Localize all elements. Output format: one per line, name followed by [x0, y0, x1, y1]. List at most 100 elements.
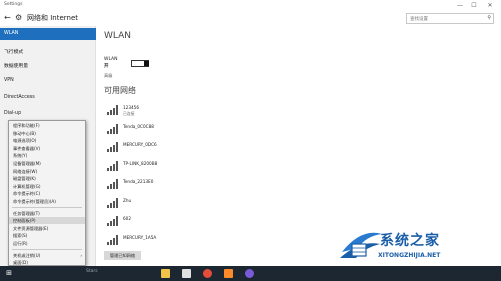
context-menu-item[interactable]: 电源选项(O): [9, 137, 85, 144]
context-menu-item-label: 关机或注销(U): [13, 252, 41, 258]
sidebar-item-label: Dial-up: [4, 111, 22, 116]
site-watermark: 系统之家 XITONGZHIJIA.NET: [336, 222, 498, 266]
taskbar-media-icon[interactable]: [224, 269, 233, 278]
taskbar-chrome-icon[interactable]: [203, 269, 212, 278]
back-arrow-icon[interactable]: ←: [4, 13, 14, 23]
manage-known-networks-button[interactable]: 管理已知网络: [104, 251, 141, 260]
wlan-toggle-switch[interactable]: [131, 60, 149, 67]
gear-icon: ⚙: [15, 13, 23, 22]
context-menu-item[interactable]: 控制面板(P): [9, 217, 85, 225]
toggle-thumb: [144, 61, 149, 66]
taskbar-explorer-icon[interactable]: [161, 269, 170, 278]
sidebar-item-label: WLAN: [4, 31, 19, 36]
page-header: ← ⚙ 网络和 Internet 查找设置 ⚲: [0, 11, 501, 26]
wifi-signal-icon: [107, 160, 118, 171]
network-item[interactable]: Zhu: [107, 197, 307, 211]
minimize-button[interactable]: —: [454, 1, 466, 10]
advanced-options-link[interactable]: 高级: [104, 73, 112, 79]
watermark-text: 系统之家: [380, 233, 440, 249]
context-menu-item[interactable]: 事件查看器(V): [9, 145, 85, 152]
maximize-button[interactable]: ☐: [468, 1, 480, 10]
context-menu-item[interactable]: 计算机管理(G): [9, 183, 85, 190]
start-button[interactable]: ⊞: [3, 268, 15, 279]
network-name: Tenda_0C0C88: [123, 123, 154, 129]
context-menu-item-label: 桌面(D): [13, 260, 28, 266]
network-name: 123456: [123, 105, 139, 110]
network-item[interactable]: Tenda_2213E0: [107, 178, 307, 192]
start-context-menu: 程序和功能(F) 移动中心(B) 电源选项(O) 事件查看器(V) 系统(Y) 设备管理器…: [8, 120, 86, 266]
context-menu-item[interactable]: 运行(R): [9, 240, 85, 247]
context-menu-item-label: 控制面板(P): [13, 218, 36, 224]
context-menu-item[interactable]: 命令提示符(C): [9, 190, 85, 197]
wifi-signal-icon: [107, 142, 118, 152]
context-menu-item-label: 事件查看器(V): [13, 145, 41, 151]
search-icon: ⚲: [487, 15, 491, 21]
context-menu-item[interactable]: 命令提示符(管理员)(A): [9, 198, 85, 205]
context-menu-item[interactable]: 关机或注销(U) ›: [9, 252, 85, 259]
sidebar-item-label: VPN: [4, 78, 14, 83]
context-menu-item-label: 移动中心(B): [13, 130, 36, 136]
sidebar-item-label: 数据使用量: [4, 64, 28, 69]
search-placeholder: 查找设置: [410, 17, 428, 22]
context-menu-item[interactable]: 设备管理器(M): [9, 160, 85, 167]
sidebar-item-airplane-mode[interactable]: 飞行模式: [0, 45, 96, 57]
context-menu-item-label: 文件资源管理器(E): [13, 225, 49, 231]
wifi-signal-icon: [107, 197, 118, 208]
wlan-toggle-state: 开: [104, 64, 109, 69]
wifi-signal-icon: [107, 179, 118, 189]
context-menu-item-label: 搜索(S): [13, 233, 28, 239]
network-name: MERCURY_1A5A: [123, 234, 157, 240]
close-button[interactable]: ✕: [484, 1, 496, 10]
network-name: MERCURY_0DC6: [123, 142, 157, 147]
context-menu-item-label: 磁盘管理(K): [13, 176, 36, 182]
network-item[interactable]: 602: [107, 215, 307, 229]
context-menu-item[interactable]: 移动中心(B): [9, 130, 85, 137]
section-title: WLAN: [104, 31, 132, 41]
taskbar-search[interactable]: Stars: [86, 269, 98, 274]
menu-separator: [12, 206, 82, 208]
network-name: TP-LINK_8200B8: [123, 160, 158, 166]
network-name: Tenda_2213E0: [123, 179, 154, 184]
context-menu-item[interactable]: 磁盘管理(K): [9, 175, 85, 182]
context-menu-item-label: 命令提示符(C): [13, 191, 41, 197]
sidebar-item-directaccess[interactable]: DirectAccess: [0, 92, 96, 104]
taskbar-store-icon[interactable]: [182, 269, 191, 278]
taskbar: ⊞ Stars: [0, 266, 501, 281]
wifi-signal-icon: [107, 123, 118, 134]
context-menu-item-label: 任务管理器(T): [13, 210, 40, 216]
network-name: Zhu: [123, 197, 132, 203]
available-networks-title: 可用网络: [104, 86, 136, 95]
wlan-toggle-label: WLAN: [104, 57, 118, 62]
context-menu-item[interactable]: 系统(Y): [9, 152, 85, 159]
context-menu-item[interactable]: 网络连接(W): [9, 168, 85, 175]
sidebar-item-data-usage[interactable]: 数据使用量: [0, 59, 96, 71]
wifi-signal-icon: [107, 234, 118, 245]
sidebar-item-dialup[interactable]: Dial-up: [0, 108, 96, 120]
sidebar-item-label: DirectAccess: [4, 95, 35, 100]
network-item[interactable]: MERCURY_0DC6: [107, 141, 307, 155]
context-menu-item-label: 设备管理器(M): [13, 161, 41, 166]
context-menu-item-label: 网络连接(W): [13, 168, 38, 174]
context-menu-item[interactable]: 程序和功能(F): [9, 122, 85, 129]
network-item[interactable]: 123456 已连接: [107, 104, 307, 118]
page-title: 网络和 Internet: [27, 14, 79, 22]
context-menu-item-label: 电源选项(O): [13, 138, 37, 144]
context-menu-item-label: 命令提示符(管理员)(A): [13, 199, 56, 204]
context-menu-item[interactable]: 任务管理器(T): [9, 210, 85, 217]
network-name: 602: [123, 216, 131, 221]
context-menu-item[interactable]: 搜索(S): [9, 232, 85, 239]
network-item[interactable]: TP-LINK_8200B8: [107, 160, 307, 174]
network-item[interactable]: MERCURY_1A5A: [107, 234, 307, 248]
wifi-signal-icon: [107, 105, 118, 115]
network-status: 已连接: [123, 111, 135, 116]
sidebar-item-vpn[interactable]: VPN: [0, 75, 96, 87]
sidebar-item-wlan[interactable]: WLAN: [0, 28, 96, 40]
window-titlebar: Settings — ☐ ✕: [0, 0, 501, 11]
submenu-arrow-icon: ›: [80, 252, 82, 258]
menu-separator: [12, 248, 82, 250]
search-input[interactable]: 查找设置 ⚲: [406, 13, 494, 24]
app-title: Settings: [4, 2, 23, 7]
network-item[interactable]: Tenda_0C0C88: [107, 123, 307, 137]
taskbar-app-icon[interactable]: [245, 269, 254, 278]
context-menu-item[interactable]: 文件资源管理器(E): [9, 225, 85, 232]
